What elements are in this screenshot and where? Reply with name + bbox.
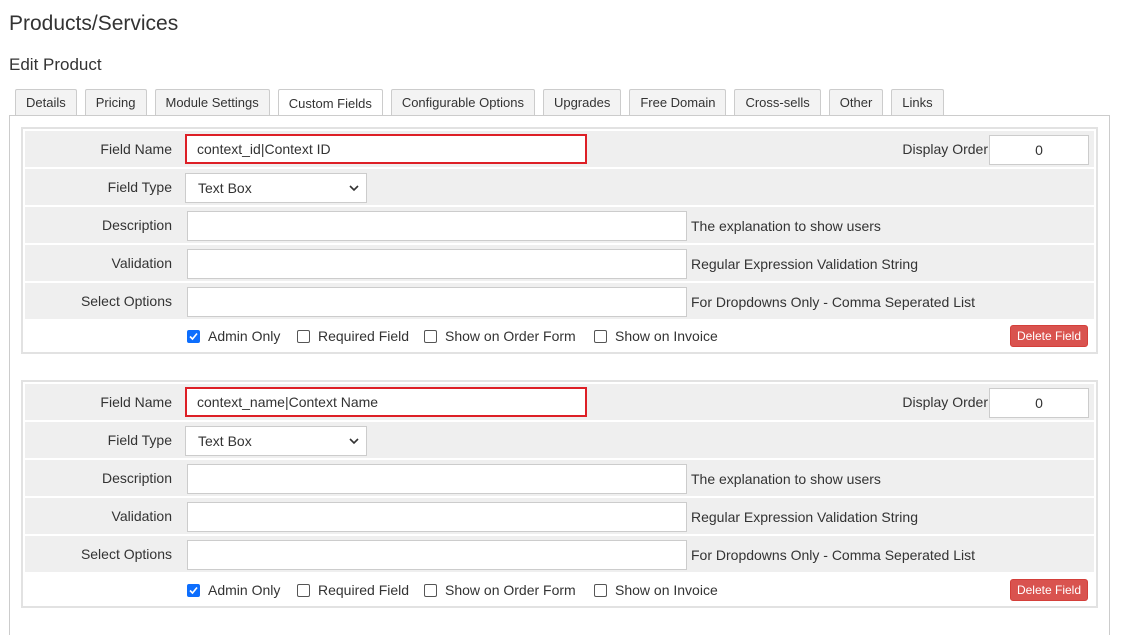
custom-field-block: Field Name Display Order Field Type Text… [21,380,1098,608]
page-title: Products/Services [9,12,179,35]
field-type-row: Field Type Text Box [25,169,1094,205]
field-name-input[interactable] [185,134,587,164]
required-field-box[interactable] [297,329,310,343]
admin-only-checkbox[interactable]: Admin Only [187,321,280,351]
select-options-hint: For Dropdowns Only - Comma Seperated Lis… [691,294,975,310]
field-name-row: Field Name Display Order [25,131,1094,167]
checkmark-icon [189,332,198,340]
chevron-down-icon [349,185,359,192]
required-field-box[interactable] [297,583,310,597]
admin-only-box[interactable] [187,583,200,597]
description-input[interactable] [187,211,687,241]
admin-only-label: Admin Only [208,582,281,598]
show-on-invoice-label: Show on Invoice [615,328,718,344]
show-on-invoice-checkbox[interactable]: Show on Invoice [594,575,718,605]
field-type-value: Text Box [198,180,252,196]
field-type-select[interactable]: Text Box [185,173,367,203]
description-row: Description The explanation to show user… [25,207,1094,243]
tab-bar: Details Pricing Module Settings Custom F… [15,89,952,117]
show-on-invoice-label: Show on Invoice [615,582,718,598]
custom-field-block: Field Name Display Order Field Type Text… [21,127,1098,354]
show-on-order-form-checkbox[interactable]: Show on Order Form [424,575,576,605]
options-row: Admin Only Required Field Show on Order … [25,321,1094,351]
required-field-checkbox[interactable]: Required Field [297,575,409,605]
validation-label: Validation [111,508,172,524]
validation-input[interactable] [187,502,687,532]
description-label: Description [101,217,172,233]
show-on-order-form-checkbox[interactable]: Show on Order Form [424,321,576,351]
description-hint: The explanation to show users [691,218,881,234]
page-subtitle: Edit Product [9,55,102,74]
tab-custom-fields[interactable]: Custom Fields [277,89,383,117]
description-hint: The explanation to show users [691,471,881,487]
select-options-label: Select Options [80,546,172,562]
validation-hint: Regular Expression Validation String [691,509,918,525]
validation-label: Validation [111,255,172,271]
show-on-order-form-label: Show on Order Form [445,582,576,598]
tab-module-settings[interactable]: Module Settings [154,89,270,115]
admin-only-label: Admin Only [208,328,281,344]
tab-pricing[interactable]: Pricing [84,89,147,115]
field-type-value: Text Box [198,433,252,449]
display-order-label: Display Order [902,394,988,410]
display-order-input[interactable] [989,135,1089,165]
tab-other[interactable]: Other [828,89,884,115]
validation-input[interactable] [187,249,687,279]
description-row: Description The explanation to show user… [25,460,1094,496]
required-field-checkbox[interactable]: Required Field [297,321,409,351]
display-order-input[interactable] [989,388,1089,418]
tab-links[interactable]: Links [891,89,944,115]
field-name-label: Field Name [100,141,172,157]
description-input[interactable] [187,464,687,494]
admin-only-box[interactable] [187,329,200,343]
show-on-order-form-label: Show on Order Form [445,328,576,344]
show-on-order-form-box[interactable] [424,583,437,597]
select-options-input[interactable] [187,287,687,317]
chevron-down-icon [349,438,359,445]
select-options-label: Select Options [80,293,172,309]
tab-free-domain[interactable]: Free Domain [629,89,727,115]
select-options-input[interactable] [187,540,687,570]
display-order-label: Display Order [902,141,988,157]
delete-field-button[interactable]: Delete Field [1009,325,1088,347]
tab-configurable-options[interactable]: Configurable Options [390,89,535,115]
delete-field-button[interactable]: Delete Field [1009,579,1088,601]
tab-cross-sells[interactable]: Cross-sells [734,89,821,115]
validation-row: Validation Regular Expression Validation… [25,498,1094,534]
field-name-row: Field Name Display Order [25,384,1094,420]
field-type-label: Field Type [107,179,172,195]
field-type-label: Field Type [107,432,172,448]
validation-row: Validation Regular Expression Validation… [25,245,1094,281]
tab-upgrades[interactable]: Upgrades [542,89,622,115]
field-name-label: Field Name [100,394,172,410]
select-options-row: Select Options For Dropdowns Only - Comm… [25,536,1094,572]
show-on-invoice-box[interactable] [594,329,607,343]
field-name-input[interactable] [185,387,587,417]
options-row: Admin Only Required Field Show on Order … [25,575,1094,605]
tab-content-panel: Field Name Display Order Field Type Text… [9,115,1110,635]
admin-only-checkbox[interactable]: Admin Only [187,575,280,605]
checkmark-icon [189,586,198,594]
validation-hint: Regular Expression Validation String [691,256,918,272]
field-type-select[interactable]: Text Box [185,426,367,456]
required-field-label: Required Field [318,328,410,344]
show-on-invoice-box[interactable] [594,583,607,597]
required-field-label: Required Field [318,582,410,598]
show-on-invoice-checkbox[interactable]: Show on Invoice [594,321,718,351]
description-label: Description [101,470,172,486]
field-type-row: Field Type Text Box [25,422,1094,458]
tab-details[interactable]: Details [15,89,77,115]
show-on-order-form-box[interactable] [424,329,437,343]
select-options-row: Select Options For Dropdowns Only - Comm… [25,283,1094,319]
select-options-hint: For Dropdowns Only - Comma Seperated Lis… [691,547,975,563]
